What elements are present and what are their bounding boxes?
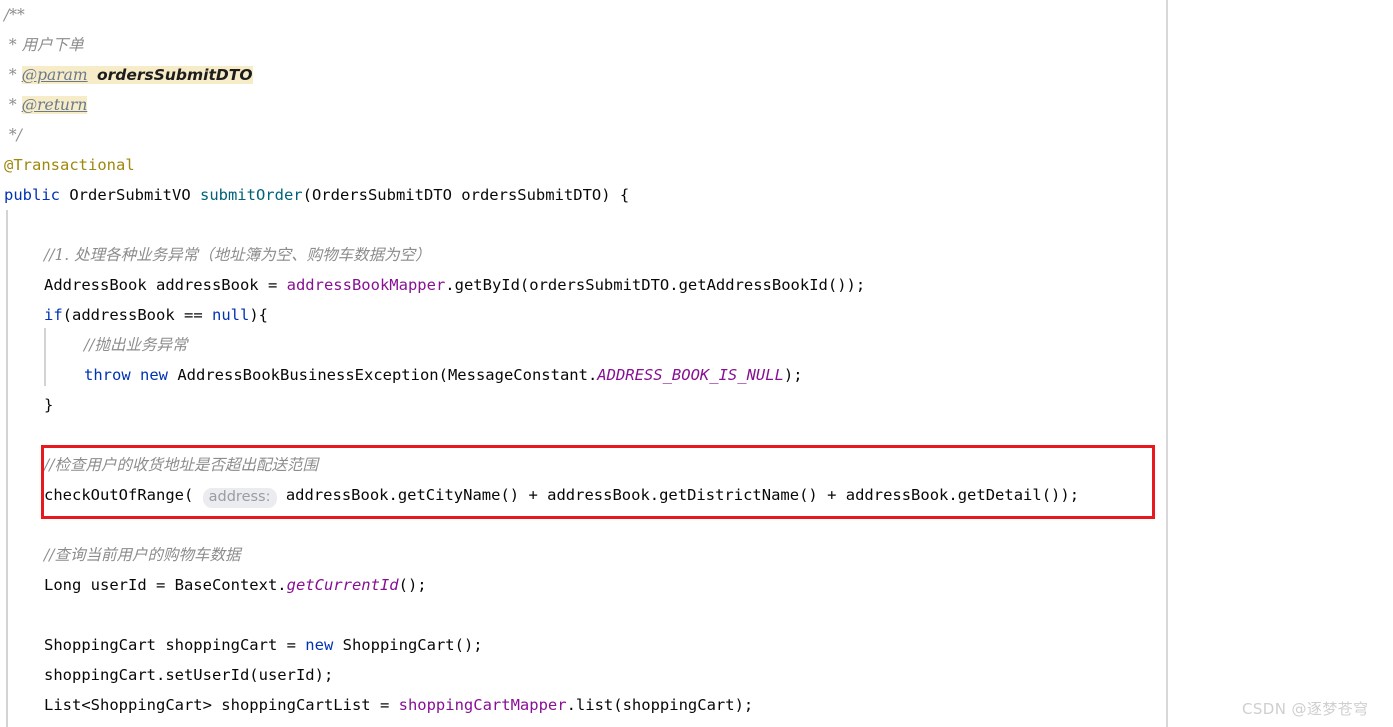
token-method-signature-0: public [4, 186, 60, 204]
token-comment-business-exceptions-0: //1. 处理各种业务异常（地址簿为空、购物车数据为空） [44, 246, 431, 264]
code-line-comment-check-delivery-range[interactable]: //检查用户的收货地址是否超出配送范围 [44, 450, 318, 480]
csdn-watermark: CSDN @逐梦苍穹 [1242, 700, 1369, 718]
token-stmt-cart-list-1: shoppingCartMapper [398, 696, 567, 714]
code-line-comment-throw-business[interactable]: //抛出业务异常 [84, 330, 187, 360]
token-stmt-addressbook-query-0: AddressBook addressBook = [44, 276, 287, 294]
token-stmt-if-close-0: } [44, 396, 54, 414]
token-stmt-addressbook-query-1: addressBookMapper [286, 276, 446, 294]
token-method-signature-3: (OrdersSubmitDTO ordersSubmitDTO) { [302, 186, 630, 204]
code-line-stmt-throw-exception[interactable]: throw new AddressBookBusinessException(M… [84, 360, 803, 390]
code-line-stmt-new-shoppingcart[interactable]: ShoppingCart shoppingCart = new Shopping… [44, 630, 483, 660]
token-stmt-cart-list-2: .list(shoppingCart); [566, 696, 754, 714]
code-line-javadoc-description[interactable]: * 用户下单 [4, 30, 84, 60]
token-method-signature-1: OrderSubmitVO [60, 186, 200, 204]
token-javadoc-return-0: * [4, 96, 22, 114]
token-comment-throw-business-0: //抛出业务异常 [84, 336, 188, 354]
token-javadoc-param-1: @param [21, 66, 88, 84]
token-stmt-userid-2: (); [398, 576, 427, 594]
code-line-javadoc-open[interactable]: /** [4, 0, 25, 30]
token-stmt-if-null-0: if [44, 306, 63, 324]
token-stmt-userid-0: Long userId = BaseContext. [44, 576, 287, 594]
token-stmt-if-null-2: null [211, 306, 250, 324]
token-method-signature-2: submitOrder [199, 186, 303, 204]
token-comment-check-delivery-range-0: //检查用户的收货地址是否超出配送范围 [44, 456, 318, 474]
token-stmt-if-null-3: ){ [249, 306, 268, 324]
token-javadoc-return-1: @return [21, 96, 88, 114]
code-line-method-signature[interactable]: public OrderSubmitVO submitOrder(OrdersS… [4, 180, 629, 210]
token-stmt-cart-list-0: List<ShoppingCart> shoppingCartList = [44, 696, 399, 714]
token-stmt-addressbook-query-2: .getById(ordersSubmitDTO.getAddressBookI… [445, 276, 866, 294]
code-line-stmt-cart-list[interactable]: List<ShoppingCart> shoppingCartList = sh… [44, 690, 753, 720]
code-line-comment-business-exceptions[interactable]: //1. 处理各种业务异常（地址簿为空、购物车数据为空） [44, 240, 431, 270]
code-editor[interactable]: /** * 用户下单 * @param ordersSubmitDTO * @r… [0, 0, 1393, 727]
token-stmt-throw-exception-2: new [140, 366, 169, 384]
code-line-javadoc-return[interactable]: * @return [4, 90, 88, 120]
token-javadoc-description-0: * 用户下单 [4, 36, 84, 54]
token-javadoc-param-0: * [4, 66, 22, 84]
token-javadoc-close-0: */ [4, 126, 22, 144]
code-line-comment-query-cart[interactable]: //查询当前用户的购物车数据 [44, 540, 240, 570]
token-stmt-check-out-of-range-0: checkOutOfRange( [44, 486, 203, 504]
code-text-surface[interactable]: /** * 用户下单 * @param ordersSubmitDTO * @r… [0, 0, 1393, 727]
token-javadoc-open-0: /** [4, 6, 25, 24]
token-stmt-new-shoppingcart-2: ShoppingCart(); [333, 636, 483, 654]
token-stmt-if-null-1: (addressBook == [62, 306, 212, 324]
code-line-stmt-if-close[interactable]: } [44, 390, 53, 420]
code-line-stmt-userid[interactable]: Long userId = BaseContext.getCurrentId()… [44, 570, 427, 600]
token-javadoc-param-2 [87, 66, 97, 84]
code-line-javadoc-close[interactable]: */ [4, 120, 22, 150]
token-annotation-transactional-0: @Transactional [4, 156, 135, 174]
token-stmt-throw-exception-4: ADDRESS_BOOK_IS_NULL [597, 366, 784, 384]
token-comment-query-cart-0: //查询当前用户的购物车数据 [44, 546, 241, 564]
token-stmt-new-shoppingcart-1: new [305, 636, 334, 654]
token-stmt-new-shoppingcart-0: ShoppingCart shoppingCart = [44, 636, 306, 654]
token-stmt-throw-exception-0: throw [84, 366, 131, 384]
code-line-javadoc-param[interactable]: * @param ordersSubmitDTO [4, 60, 253, 90]
token-stmt-check-out-of-range-1[interactable]: address: [202, 488, 277, 508]
token-stmt-set-userid-0: shoppingCart.setUserId(userId); [44, 666, 334, 684]
token-stmt-check-out-of-range-2: addressBook.getCityName() + addressBook.… [276, 486, 1080, 504]
token-javadoc-param-3: ordersSubmitDTO [96, 66, 253, 84]
code-line-stmt-if-null[interactable]: if(addressBook == null){ [44, 300, 268, 330]
code-line-annotation-transactional[interactable]: @Transactional [4, 150, 135, 180]
code-line-stmt-set-userid[interactable]: shoppingCart.setUserId(userId); [44, 660, 333, 690]
code-line-stmt-check-out-of-range[interactable]: checkOutOfRange( address: addressBook.ge… [44, 480, 1079, 510]
token-stmt-throw-exception-5: ); [783, 366, 803, 384]
token-stmt-userid-1: getCurrentId [286, 576, 399, 594]
token-stmt-throw-exception-1 [131, 366, 140, 384]
code-line-stmt-addressbook-query[interactable]: AddressBook addressBook = addressBookMap… [44, 270, 865, 300]
token-stmt-throw-exception-3: AddressBookBusinessException(MessageCons… [168, 366, 598, 384]
